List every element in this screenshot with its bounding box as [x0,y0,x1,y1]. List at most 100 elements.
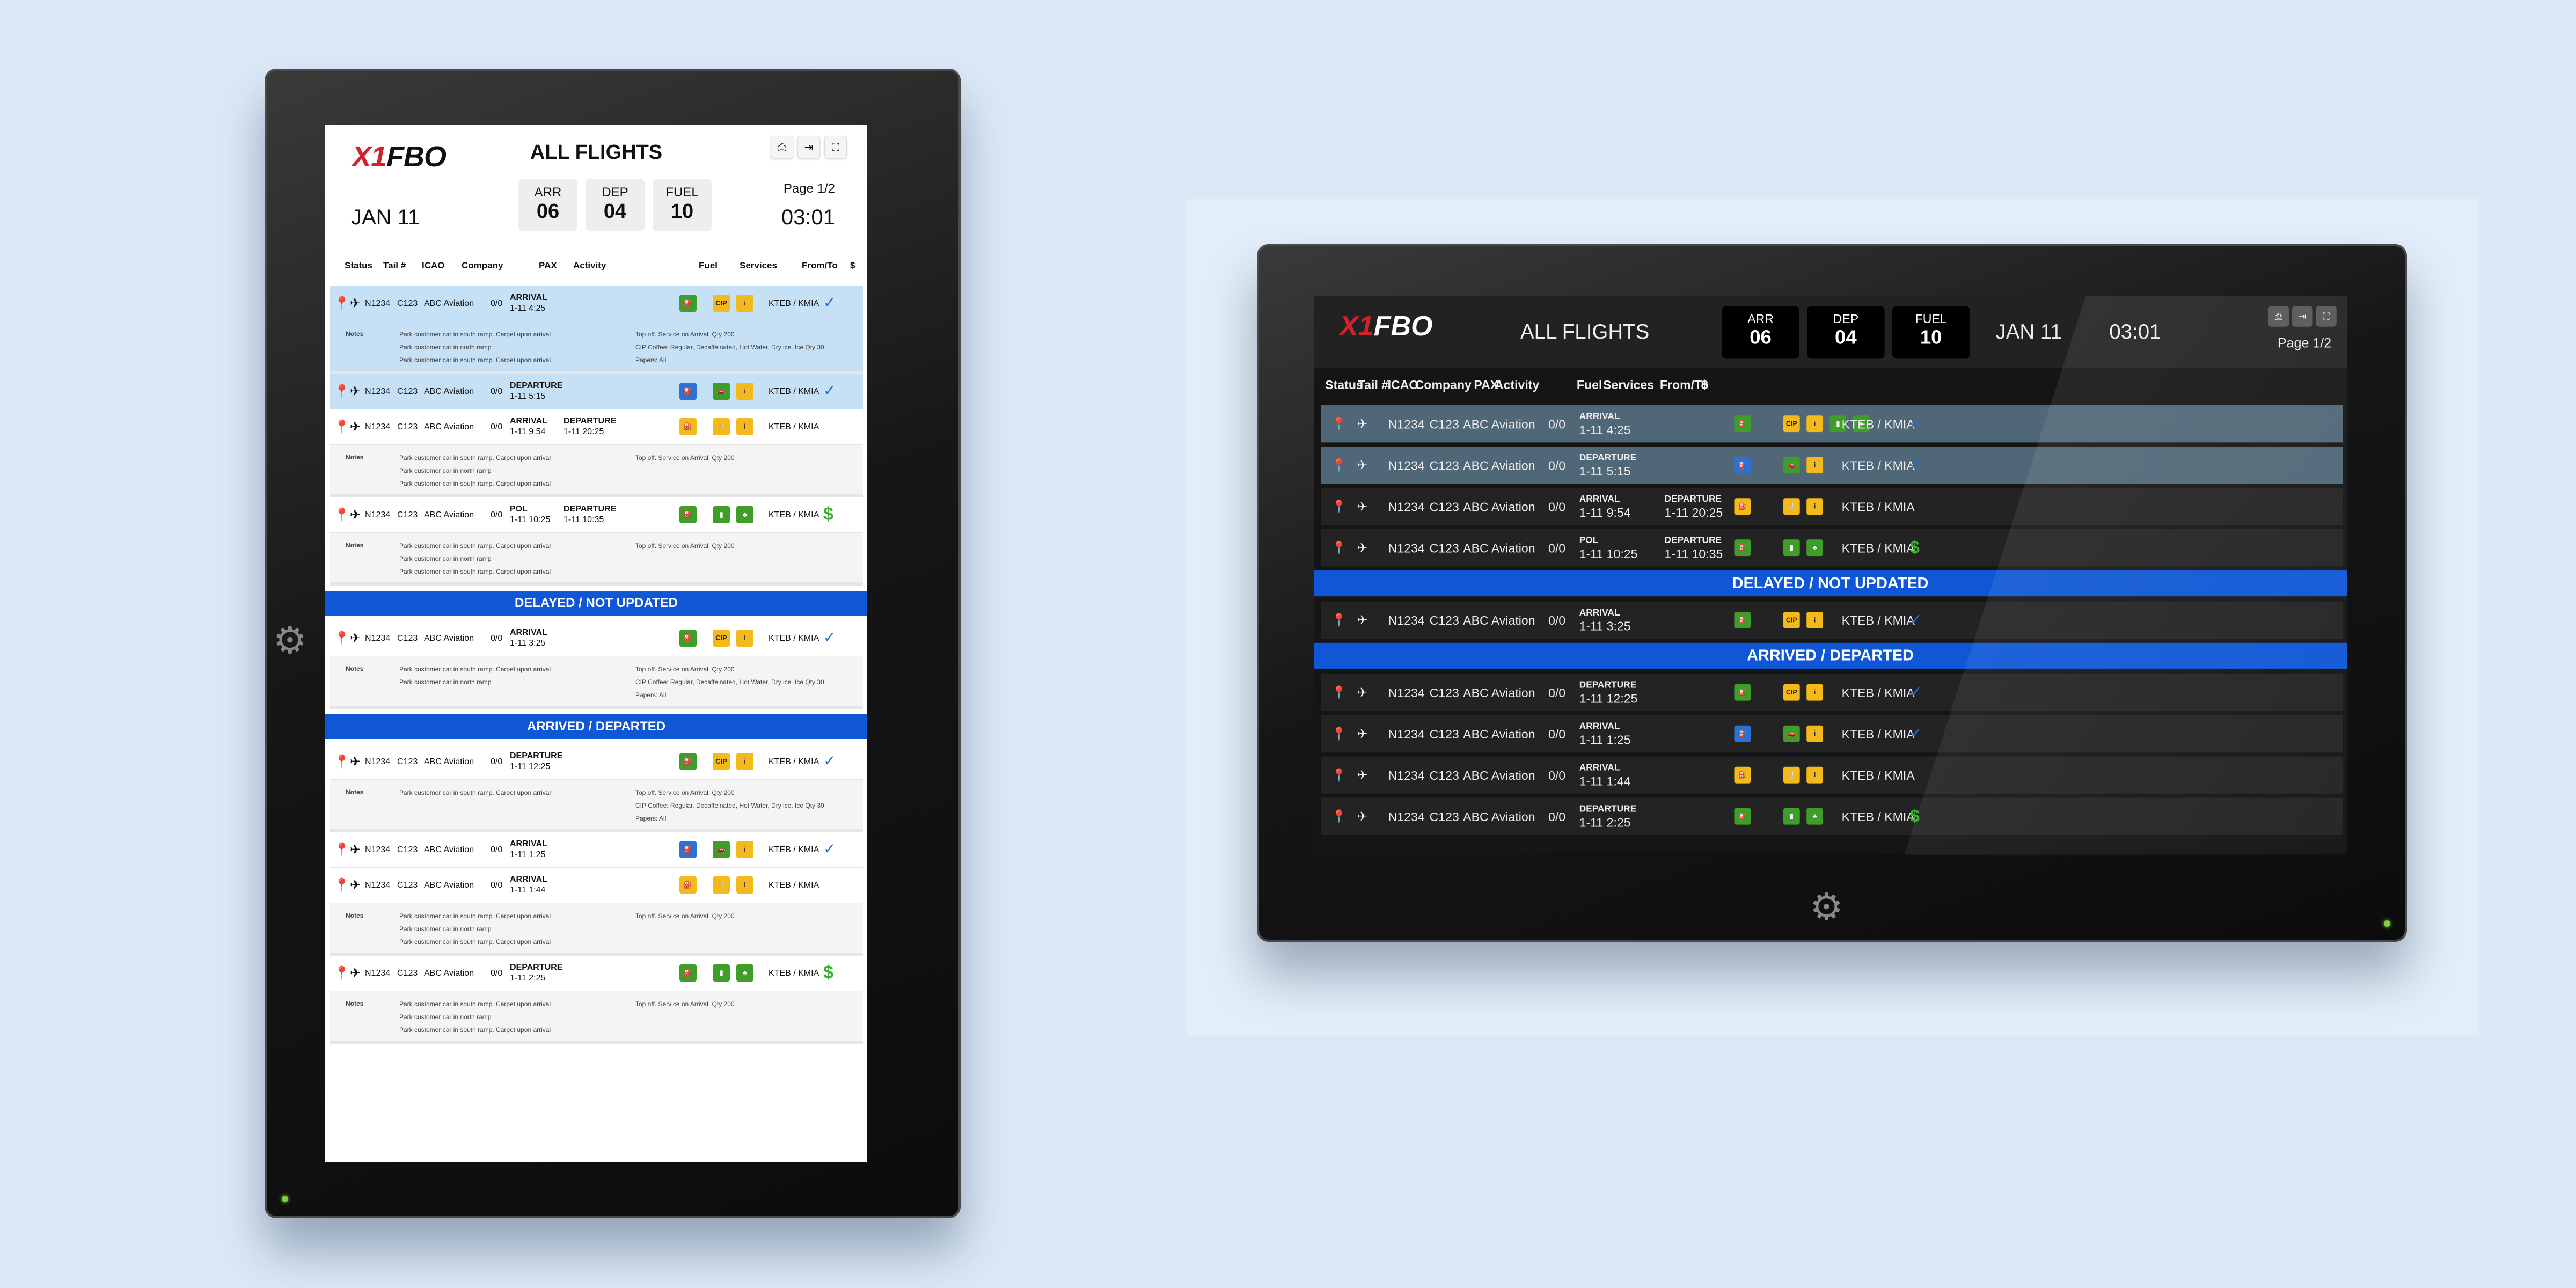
service-i-icon[interactable]: i [1806,457,1824,474]
flight-row[interactable]: 📍 ✈ N1234 C123 ABC Aviation 0/0 DEPARTURE 1-11 … [330,956,863,991]
fuel-icon[interactable]: ⛽ [1734,612,1751,628]
tail-number[interactable]: N1234 [365,757,390,767]
tail-number[interactable]: N1234 [365,634,390,643]
company-name: ABC Aviation [424,881,474,890]
flight-row[interactable]: 📍 ✈ N1234 C123 ABC Aviation 0/0 ARRIVAL 1-11 4:… [330,286,863,321]
export-button[interactable]: ⇥ [2292,306,2313,327]
service-cat-icon[interactable]: 🍴 [1783,498,1800,515]
tail-number[interactable]: N1234 [365,510,390,520]
fuel-icon[interactable]: ⛽ [1734,415,1751,433]
service-i-icon[interactable]: i [1806,725,1824,742]
fuel-icon[interactable]: ⛽ [1734,725,1751,742]
service-cat-icon[interactable]: 🍴 [713,876,730,894]
service-i-icon[interactable]: i [736,383,753,400]
flight-row[interactable]: 📍 ✈ N1234 C123 ABC Aviation 0/0 ARRIVAL 1-11 1:… [1321,756,2343,794]
service-i-icon[interactable]: i [1806,612,1824,628]
service-i-icon[interactable]: i [736,418,753,435]
fuel-icon[interactable]: ⛽ [679,418,697,435]
service-i-icon[interactable]: i [1806,766,1824,784]
service-i-icon[interactable]: i [736,876,753,894]
flight-row[interactable]: 📍 ✈ N1234 C123 ABC Aviation 0/0 POL 1-11 10:25 D… [1321,529,2343,567]
flight-row[interactable]: 📍 ✈ N1234 C123 ABC Aviation 0/0 ARRIVAL 1-11 9:… [1321,488,2343,525]
service-car-icon[interactable]: 🚗 [713,383,730,400]
tail-number[interactable]: N1234 [1388,459,1425,473]
service-lav-icon[interactable]: ♣ [736,506,753,523]
tail-number[interactable]: N1234 [365,969,390,978]
service-cip-icon[interactable]: CIP [1783,415,1800,433]
service-i-icon[interactable]: i [1806,415,1824,433]
fuel-icon[interactable]: ⛽ [1734,684,1751,701]
export-button[interactable]: ⇥ [797,136,820,158]
service-i-icon[interactable]: i [736,753,753,770]
flight-row[interactable]: 📍 ✈ N1234 C123 ABC Aviation 0/0 DEPARTURE 1-11 … [330,374,863,409]
tail-number[interactable]: N1234 [1388,418,1425,432]
service-cip-icon[interactable]: CIP [713,295,730,312]
service-cat-icon[interactable]: 🍴 [1783,766,1800,784]
fullscreen-button[interactable]: ⛶ [824,136,847,158]
service-gpu-icon[interactable]: ▮ [713,506,730,523]
service-gpu-icon[interactable]: ▮ [713,964,730,982]
pax-count: 0/0 [1548,418,1566,432]
fuel-icon[interactable]: ⛽ [679,753,697,770]
tail-number[interactable]: N1234 [365,845,390,855]
service-i-icon[interactable]: i [736,841,753,858]
service-car-icon[interactable]: 🚗 [1783,457,1800,474]
fuel-icon[interactable]: ⛽ [1734,457,1751,474]
fuel-icon[interactable]: ⛽ [1734,766,1751,784]
fuel-icon[interactable]: ⛽ [679,295,697,312]
service-lav-icon[interactable]: ♣ [736,964,753,982]
service-car-icon[interactable]: 🚗 [713,841,730,858]
tail-number[interactable]: N1234 [365,299,390,309]
service-gpu-icon[interactable]: ▮ [1783,539,1800,557]
flight-row[interactable]: 📍 ✈ N1234 C123 ABC Aviation 0/0 DEPARTURE 1-11 … [1321,674,2343,711]
tail-number[interactable]: N1234 [365,387,390,397]
service-i-icon[interactable]: i [1806,498,1824,515]
service-cip-icon[interactable]: CIP [1783,684,1800,701]
flight-row[interactable]: 📍 ✈ N1234 C123 ABC Aviation 0/0 ARRIVAL 1-11 3:… [1321,601,2343,639]
flight-row[interactable]: 📍 ✈ N1234 C123 ABC Aviation 0/0 ARRIVAL 1-11 1:… [330,868,863,903]
flight-row[interactable]: 📍 ✈ N1234 C123 ABC Aviation 0/0 DEPARTURE 1-11 … [1321,797,2343,835]
notes-list: Park customer car in south ramp. Carpet … [399,328,551,367]
tail-number[interactable]: N1234 [1388,810,1425,825]
service-i-icon[interactable]: i [1806,684,1824,701]
service-cip-icon[interactable]: CIP [1783,612,1800,628]
fuel-icon[interactable]: ⛽ [679,876,697,894]
tail-number[interactable]: N1234 [365,422,390,432]
tail-number[interactable]: N1234 [1388,614,1425,628]
fuel-icon[interactable]: ⛽ [679,506,697,523]
service-i-icon[interactable]: i [736,630,753,647]
flight-row[interactable]: 📍 ✈ N1234 C123 ABC Aviation 0/0 ARRIVAL 1-11 4:… [1321,405,2343,443]
fullscreen-button[interactable]: ⛶ [2316,306,2337,327]
flight-row[interactable]: 📍 ✈ N1234 C123 ABC Aviation 0/0 ARRIVAL 1-11 1:… [1321,715,2343,752]
flight-row[interactable]: 📍 ✈ N1234 C123 ABC Aviation 0/0 ARRIVAL 1-11 1:… [330,832,863,868]
tail-number[interactable]: N1234 [1388,500,1425,515]
fuel-icon[interactable]: ⛽ [679,630,697,647]
flight-row[interactable]: 📍 ✈ N1234 C123 ABC Aviation 0/0 DEPARTURE 1-11 … [330,744,863,780]
service-gpu-icon[interactable]: ▮ [1783,808,1800,825]
print-button[interactable]: ⎙ [771,136,793,158]
company-name: ABC Aviation [424,634,474,643]
flight-row[interactable]: 📍 ✈ N1234 C123 ABC Aviation 0/0 DEPARTURE 1-11 … [1321,447,2343,484]
service-car-icon[interactable]: 🚗 [1783,725,1800,742]
fuel-icon[interactable]: ⛽ [679,964,697,982]
tail-number[interactable]: N1234 [1388,728,1425,742]
fuel-icon[interactable]: ⛽ [1734,539,1751,557]
tail-number[interactable]: N1234 [1388,541,1425,556]
service-cip-icon[interactable]: CIP [713,630,730,647]
fuel-icon[interactable]: ⛽ [1734,498,1751,515]
service-lav-icon[interactable]: ♣ [1806,808,1824,825]
tail-number[interactable]: N1234 [1388,686,1425,701]
service-cat-icon[interactable]: 🍴 [713,418,730,435]
flight-row[interactable]: 📍 ✈ N1234 C123 ABC Aviation 0/0 ARRIVAL 1-11 3:… [330,621,863,656]
tail-number[interactable]: N1234 [1388,769,1425,784]
fuel-icon[interactable]: ⛽ [1734,808,1751,825]
fuel-icon[interactable]: ⛽ [679,383,697,400]
service-lav-icon[interactable]: ♣ [1806,539,1824,557]
service-i-icon[interactable]: i [736,295,753,312]
print-button[interactable]: ⎙ [2268,306,2289,327]
tail-number[interactable]: N1234 [365,881,390,890]
service-cip-icon[interactable]: CIP [713,753,730,770]
flight-row[interactable]: 📍 ✈ N1234 C123 ABC Aviation 0/0 POL 1-11 10:25 D… [330,497,863,533]
flight-row[interactable]: 📍 ✈ N1234 C123 ABC Aviation 0/0 ARRIVAL 1-11 9:… [330,409,863,445]
fuel-icon[interactable]: ⛽ [679,841,697,858]
